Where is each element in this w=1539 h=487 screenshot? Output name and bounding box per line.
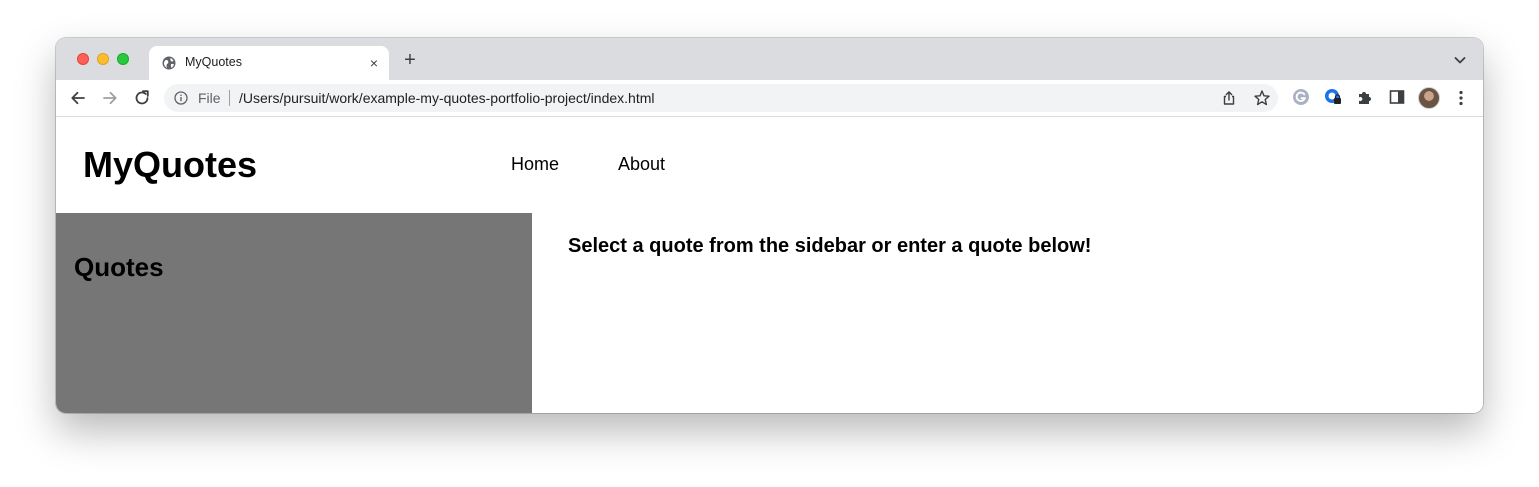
share-icon[interactable] [1221,90,1237,106]
scheme-label: File [198,90,221,106]
profile-avatar[interactable] [1418,87,1440,109]
minimize-window-button[interactable] [97,53,109,65]
kebab-menu-icon[interactable] [1454,88,1468,108]
info-icon[interactable] [174,91,188,105]
nav-link-home[interactable]: Home [511,154,559,175]
site-header: MyQuotes Home About [56,117,1483,213]
address-bar[interactable]: File /Users/pursuit/work/example-my-quot… [164,84,1278,112]
puzzle-icon[interactable] [1356,88,1374,106]
grammarly-icon[interactable] [1292,88,1310,106]
password-manager-icon[interactable] [1324,88,1342,106]
site-logo[interactable]: MyQuotes [83,144,257,186]
nav-link-about[interactable]: About [618,154,665,175]
tab-strip: MyQuotes × + [56,38,1483,80]
sidebar-title: Quotes [74,252,164,282]
main-heading: Select a quote from the sidebar or enter… [568,235,1092,257]
side-panel-icon[interactable] [1388,88,1406,106]
chevron-down-icon[interactable] [1452,52,1468,68]
omnibox-divider [229,90,230,106]
url-text[interactable]: /Users/pursuit/work/example-my-quotes-po… [239,90,654,106]
browser-window: MyQuotes × + File /Users/pursuit/work/ex… [56,38,1483,413]
new-tab-button[interactable]: + [400,50,420,70]
back-arrow-icon[interactable] [68,88,88,108]
star-icon[interactable] [1253,89,1271,107]
tab-myquotes[interactable]: MyQuotes × [149,46,389,80]
close-window-button[interactable] [77,53,89,65]
browser-toolbar: File /Users/pursuit/work/example-my-quot… [56,80,1483,117]
reload-icon[interactable] [132,88,152,108]
globe-icon [162,56,176,70]
tab-close-button[interactable]: × [366,55,382,71]
quotes-sidebar: Quotes [56,213,532,413]
maximize-window-button[interactable] [117,53,129,65]
forward-arrow-icon[interactable] [100,88,120,108]
tab-title: MyQuotes [185,55,242,69]
page-viewport: MyQuotes Home About Quotes Select a quot… [56,117,1483,413]
